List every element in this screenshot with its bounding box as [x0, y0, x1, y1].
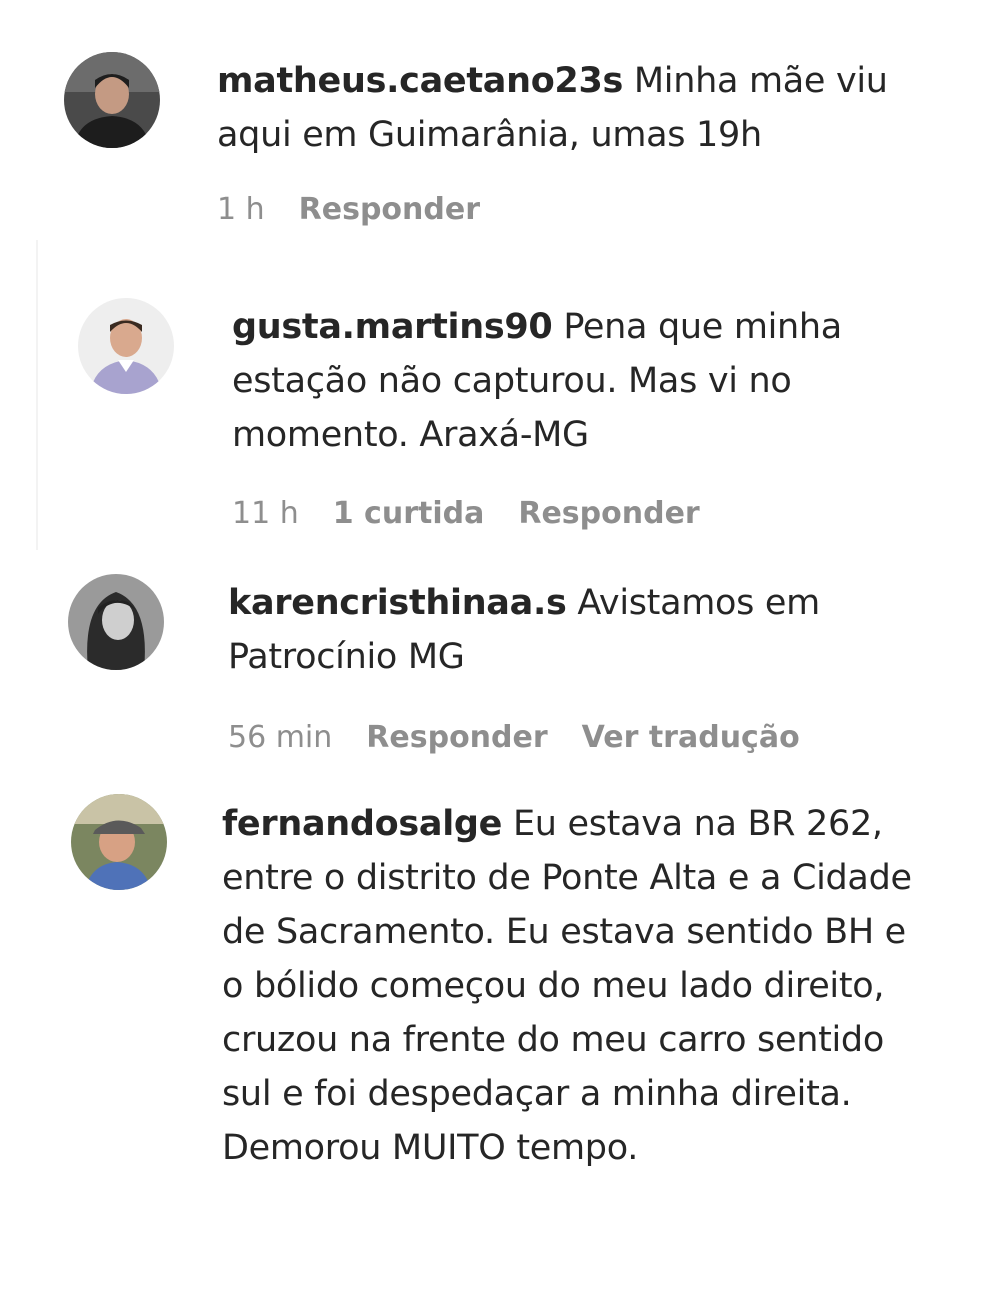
avatar[interactable] [71, 794, 167, 890]
comment-username[interactable]: gusta.martins90 [232, 307, 553, 347]
comment-username[interactable]: karencristhinaa.s [228, 583, 567, 623]
comment-body: Eu estava na BR 262, entre o distrito de… [222, 804, 912, 1168]
comment-username[interactable]: fernandosalge [222, 804, 502, 844]
comment-username[interactable]: matheus.caetano23s [217, 61, 623, 101]
avatar[interactable] [78, 298, 174, 394]
comment-meta: 11 h 1 curtida Responder [232, 496, 734, 531]
avatar[interactable] [64, 52, 160, 148]
comment-time: 56 min [228, 720, 333, 755]
reply-button[interactable]: Responder [299, 192, 480, 227]
see-translation-button[interactable]: Ver tradução [582, 720, 800, 755]
likes-count[interactable]: 1 curtida [333, 496, 485, 531]
reply-button[interactable]: Responder [518, 496, 699, 531]
comment-meta: 56 min Responder Ver tradução [228, 720, 834, 755]
reply-button[interactable]: Responder [366, 720, 547, 755]
avatar[interactable] [68, 574, 164, 670]
comment-time: 1 h [217, 192, 265, 227]
thread-divider [36, 240, 38, 550]
comment-meta: 1 h Responder [217, 192, 514, 227]
comment-time: 11 h [232, 496, 299, 531]
